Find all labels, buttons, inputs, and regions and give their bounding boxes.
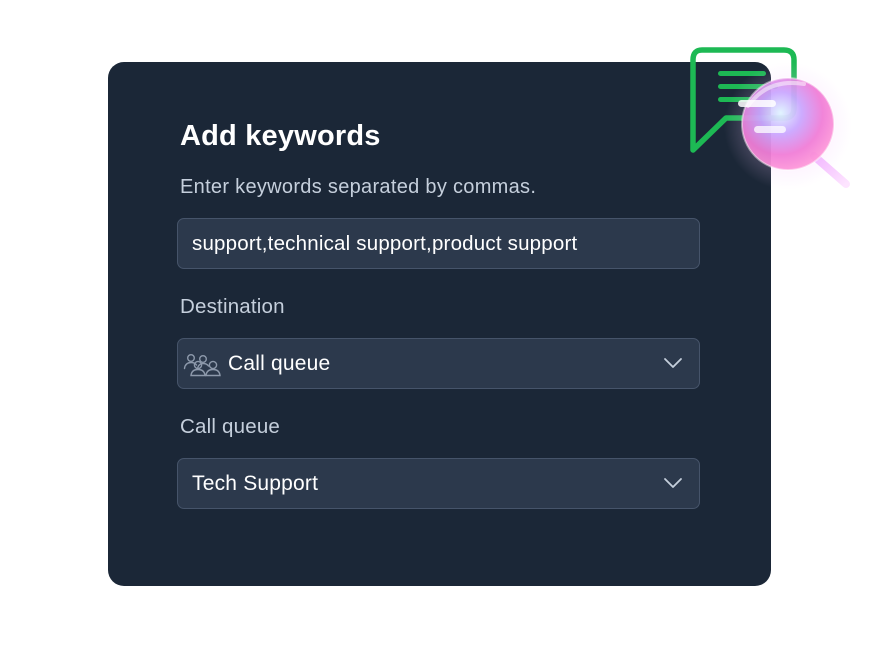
page-title: Add keywords [180, 120, 381, 152]
call-queue-selected-value: Tech Support [192, 471, 319, 495]
keywords-input[interactable] [178, 219, 699, 268]
destination-label: Destination [180, 295, 285, 318]
chevron-down-icon[interactable] [663, 357, 683, 369]
add-keywords-card: Add keywords Enter keywords separated by… [108, 62, 771, 586]
chevron-down-icon[interactable] [663, 477, 683, 489]
instructions-text: Enter keywords separated by commas. [180, 176, 537, 198]
chat-bubble-magnifier-icon [690, 47, 852, 190]
keywords-field[interactable] [177, 218, 700, 269]
call-queue-select[interactable]: Tech Support [177, 458, 700, 509]
call-queue-label: Call queue [180, 415, 281, 438]
people-group-icon [183, 354, 221, 377]
destination-selected-value: Call queue [228, 351, 331, 375]
destination-select[interactable]: Call queue [177, 338, 700, 389]
